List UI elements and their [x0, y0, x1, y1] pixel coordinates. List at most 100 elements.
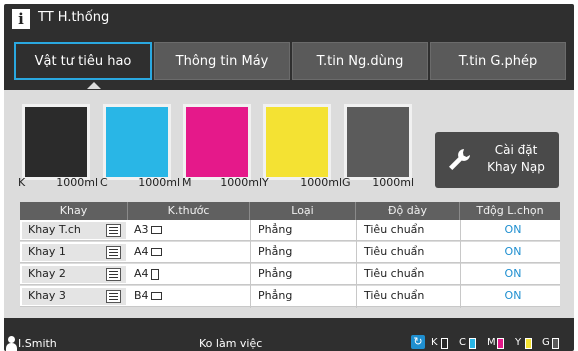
- user-icon: [6, 336, 17, 351]
- tray-cell: Khay 3: [22, 288, 126, 305]
- column-header-type: Loại: [250, 202, 356, 220]
- column-header-tray: Khay: [20, 202, 128, 220]
- column-divider: [356, 220, 357, 308]
- ink-letter: Y: [262, 176, 269, 189]
- tab-consumables[interactable]: Vật tư tiêu hao: [14, 42, 152, 80]
- table-row[interactable]: Khay 3 B4 Phẳng Tiêu chuẩn ON: [20, 286, 560, 307]
- screen: i TT H.thống Vật tư tiêu hao Thông tin M…: [4, 4, 574, 351]
- table-row[interactable]: Khay 1 A4 Phẳng Tiêu chuẩn ON: [20, 242, 560, 263]
- refresh-icon[interactable]: ↻: [411, 335, 425, 349]
- ink-level-box: [469, 338, 476, 349]
- type-cell: Phẳng: [258, 289, 293, 302]
- ink-amount: 1000ml: [372, 176, 414, 189]
- ink-swatch-c: [103, 104, 171, 180]
- size-cell: A3: [134, 223, 162, 236]
- tab-machine-info[interactable]: Thông tin Máy: [154, 42, 290, 80]
- auto-select-cell: ON: [504, 223, 522, 236]
- consumables-panel: K 1000ml C 1000ml M 1000ml Y 1000ml G 10…: [4, 90, 574, 318]
- thickness-cell: Tiêu chuẩn: [364, 289, 425, 302]
- ink-level-box: [552, 338, 559, 349]
- column-header-auto-select: Tđộg L.chọn: [476, 204, 544, 217]
- tray-cell: Khay T.ch: [22, 222, 126, 239]
- size-cell: A4: [134, 267, 159, 280]
- type-cell: Phẳng: [258, 223, 293, 236]
- column-header-size: K.thước: [128, 202, 250, 220]
- size-value: A4: [134, 245, 149, 258]
- info-icon: i: [12, 9, 30, 29]
- ink-letter: M: [182, 176, 192, 189]
- tab-label: Vật tư tiêu hao: [34, 53, 132, 69]
- column-divider: [250, 220, 251, 308]
- tray-name: Khay T.ch: [28, 223, 81, 236]
- tray-name: Khay 1: [28, 245, 66, 258]
- ink-label-g: G 1000ml: [342, 176, 414, 190]
- type-cell: Phẳng: [258, 245, 293, 258]
- paper-portrait-icon: [150, 268, 159, 280]
- active-tab-pointer: [87, 82, 101, 89]
- paper-landscape-icon: [150, 226, 162, 234]
- table-row[interactable]: Khay T.ch A3 Phẳng Tiêu chuẩn ON: [20, 220, 560, 241]
- thickness-cell: Tiêu chuẩn: [364, 245, 425, 258]
- tab-label: T.tin G.phép: [458, 53, 538, 69]
- tab-label: T.tin Ng.dùng: [316, 53, 404, 69]
- wrench-icon: [449, 149, 470, 170]
- tab-license-info[interactable]: T.tin G.phép: [430, 42, 566, 80]
- ink-label-y: Y 1000ml: [262, 176, 342, 190]
- tray-name: Khay 2: [28, 267, 66, 280]
- column-header-thickness: Độ dày: [356, 202, 460, 220]
- size-value: A3: [134, 223, 149, 236]
- tab-user-info[interactable]: T.tin Ng.dùng: [292, 42, 428, 80]
- size-value: A4: [134, 267, 149, 280]
- page-title: TT H.thống: [38, 10, 110, 25]
- list-icon: [106, 246, 121, 259]
- ink-letter: G: [342, 176, 351, 189]
- ink-level-box: [441, 338, 448, 349]
- status-bar: I.Smith Ko làm việc ↻ K C M Y G: [4, 334, 574, 351]
- ink-amount: 1000ml: [56, 176, 98, 189]
- tab-bar: Vật tư tiêu hao Thông tin Máy T.tin Ng.d…: [14, 42, 566, 80]
- tray-settings-label: Cài đặt Khay Nạp: [487, 143, 545, 174]
- user-name: I.Smith: [18, 337, 57, 350]
- ink-letter: C: [100, 176, 108, 189]
- ink-label-k: K 1000ml: [18, 176, 98, 190]
- ink-swatch-k: [22, 104, 90, 180]
- ink-level-letter: K: [431, 337, 438, 348]
- ink-level-box: [497, 338, 504, 349]
- auto-select-cell: ON: [504, 245, 522, 258]
- ink-level-letter: Y: [515, 337, 522, 348]
- ink-level-letter: M: [487, 337, 496, 348]
- ink-letter: K: [18, 176, 26, 189]
- machine-status: Ko làm việc: [199, 337, 263, 350]
- thickness-cell: Tiêu chuẩn: [364, 223, 425, 236]
- ink-swatch-g: [344, 104, 412, 180]
- size-cell: B4: [134, 289, 162, 302]
- list-icon: [106, 290, 121, 303]
- ink-amount: 1000ml: [300, 176, 342, 189]
- title-bar: i TT H.thống: [4, 4, 574, 34]
- tray-name: Khay 3: [28, 289, 66, 302]
- thickness-cell: Tiêu chuẩn: [364, 267, 425, 280]
- table-header: Khay K.thước Loại Độ dày Tđộg L.chọn: [20, 202, 560, 220]
- size-value: B4: [134, 289, 149, 302]
- paper-landscape-icon: [150, 292, 162, 300]
- ink-label-c: C 1000ml: [100, 176, 180, 190]
- ink-level-box: [525, 338, 532, 349]
- column-divider: [460, 220, 461, 308]
- table-row[interactable]: Khay 2 A4 Phẳng Tiêu chuẩn ON: [20, 264, 560, 285]
- tray-settings-button[interactable]: Cài đặt Khay Nạp: [435, 132, 559, 188]
- auto-select-cell: ON: [504, 289, 522, 302]
- size-cell: A4: [134, 245, 162, 258]
- ink-amount: 1000ml: [220, 176, 262, 189]
- ink-level-letter: G: [542, 337, 550, 348]
- auto-select-cell: ON: [504, 267, 522, 280]
- tray-cell: Khay 2: [22, 266, 126, 283]
- tray-cell: Khay 1: [22, 244, 126, 261]
- type-cell: Phẳng: [258, 267, 293, 280]
- ink-level-letter: C: [459, 337, 466, 348]
- list-icon: [106, 268, 121, 281]
- paper-landscape-icon: [150, 248, 162, 256]
- ink-label-m: M 1000ml: [182, 176, 262, 190]
- ink-swatch-y: [263, 104, 331, 180]
- list-icon: [106, 224, 121, 237]
- tab-label: Thông tin Máy: [175, 53, 269, 69]
